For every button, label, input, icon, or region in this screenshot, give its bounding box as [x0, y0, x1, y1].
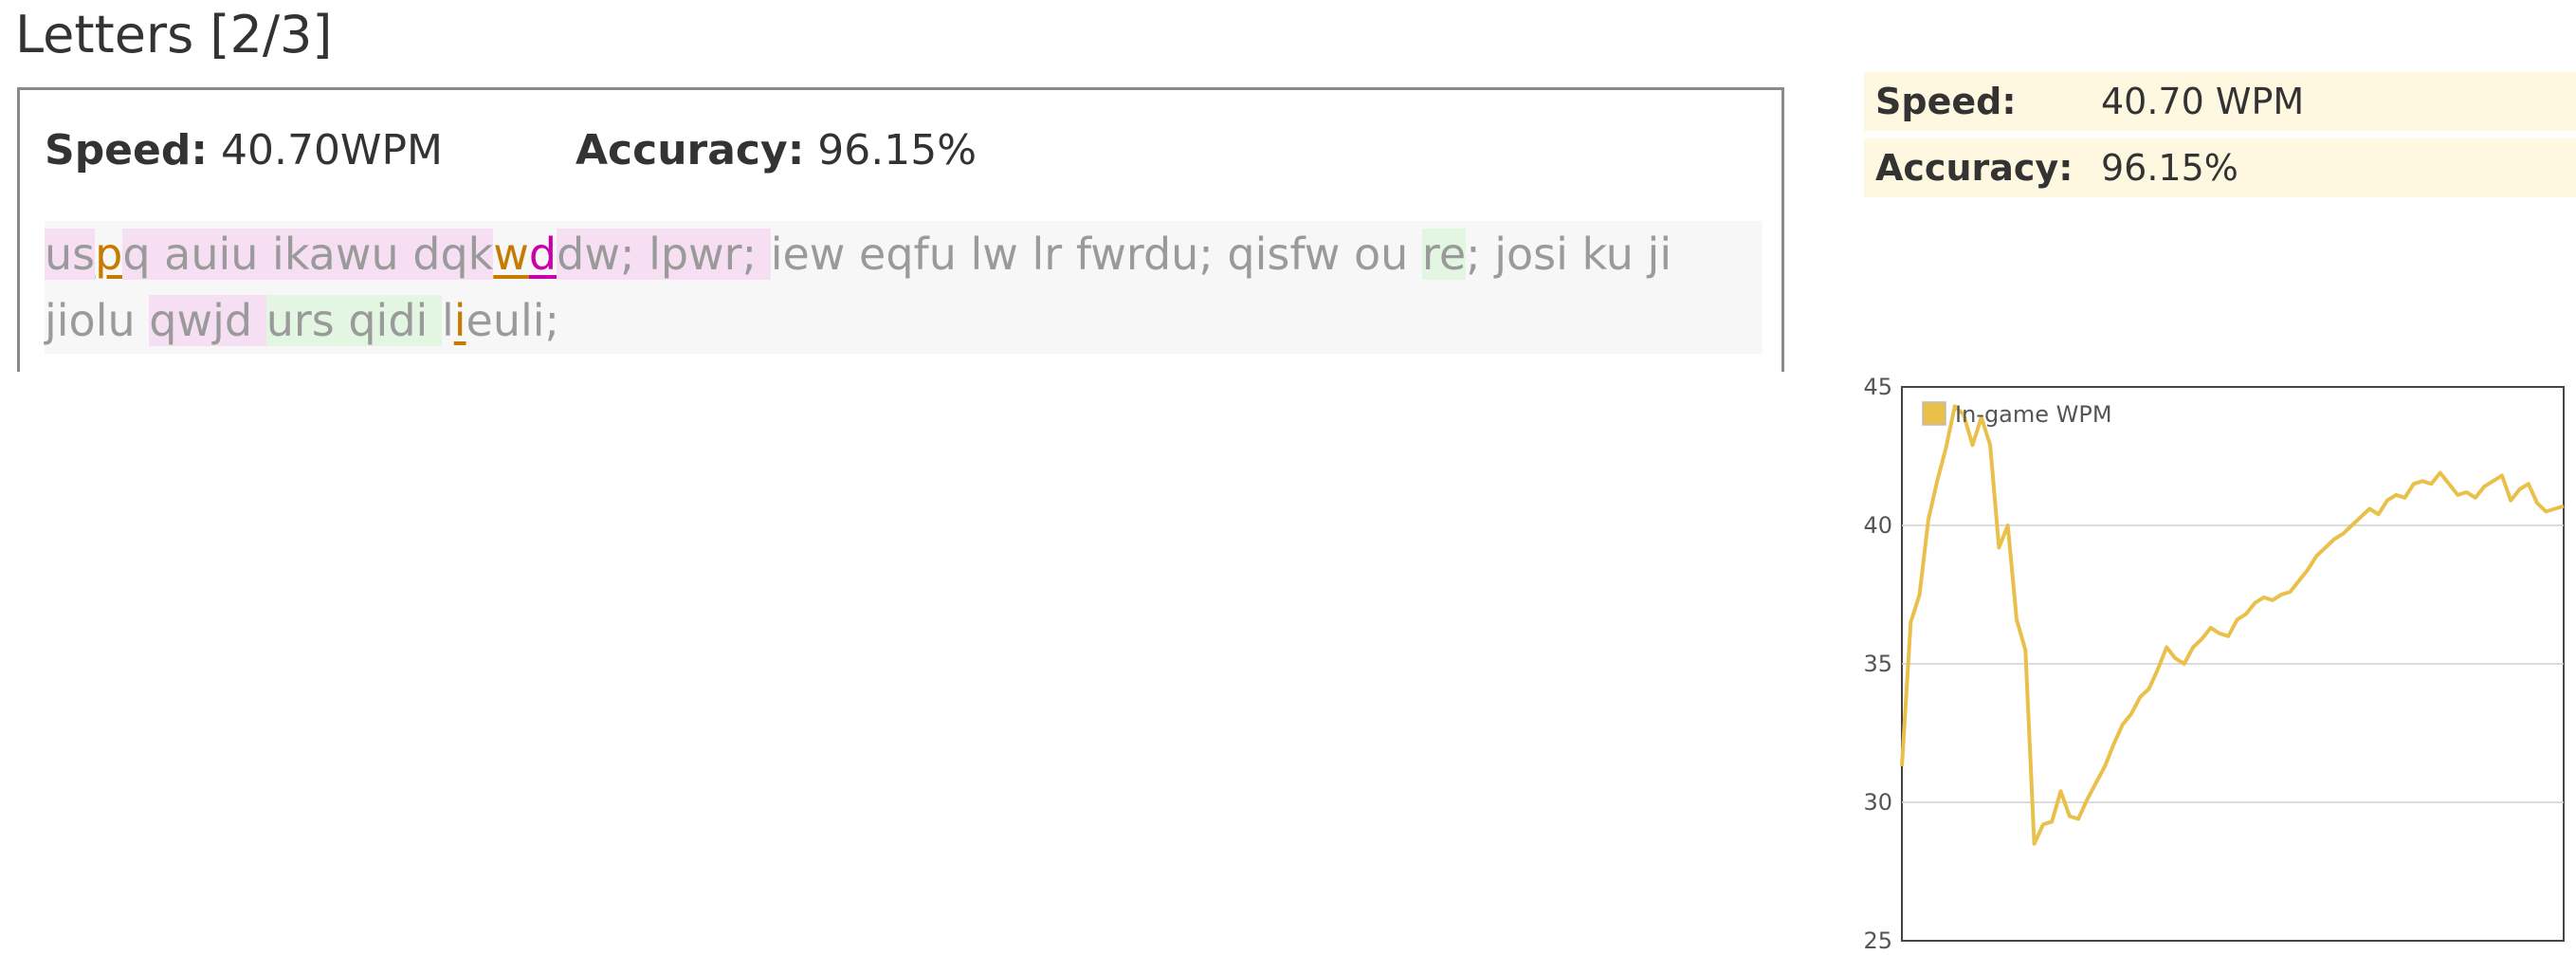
y-tick-label: 45	[1863, 376, 1892, 400]
text-segment: euli;	[466, 295, 560, 346]
summary-accuracy-row: Accuracy: 96.15%	[1864, 138, 2576, 197]
y-tick-label: 35	[1863, 651, 1892, 677]
summary-speed-label: Speed:	[1875, 81, 2017, 122]
typo-letter: i	[453, 295, 466, 346]
typed-text-area[interactable]: uspq auiu ikawu dqkwddw; lpwr; iew eqfu …	[45, 221, 1763, 354]
accuracy-stat: Accuracy: 96.15%	[575, 126, 977, 174]
speed-label: Speed:	[45, 126, 208, 174]
typing-panel: Speed: 40.70WPM Accuracy: 96.15% uspq au…	[17, 87, 1784, 372]
summary-speed-row: Speed: 40.70 WPM	[1864, 72, 2576, 131]
typo-letter: d	[528, 229, 557, 280]
text-segment: iew eqfu lw lr fwrdu; qisfw ou	[770, 229, 1422, 280]
legend-label: In-game WPM	[1955, 401, 2112, 428]
text-segment: l	[441, 295, 454, 346]
text-segment: qwjd	[149, 295, 266, 346]
y-tick-label: 25	[1863, 927, 1892, 954]
text-segment: us	[45, 229, 96, 280]
wpm-chart: 25 30 35 40 45 In-game WPM	[1863, 376, 2565, 954]
speed-stat: Speed: 40.70WPM	[45, 126, 443, 174]
live-stats: Speed: 40.70WPM Accuracy: 96.15%	[45, 126, 977, 174]
typo-letter: p	[95, 229, 123, 280]
legend-swatch	[1922, 401, 1946, 426]
text-segment: urs qidi	[265, 295, 442, 346]
speed-value: 40.70WPM	[220, 126, 443, 174]
results-summary: Speed: 40.70 WPM Accuracy: 96.15%	[1864, 72, 2576, 205]
accuracy-label: Accuracy:	[575, 126, 805, 174]
summary-accuracy-value: 96.15%	[2101, 147, 2238, 189]
summary-accuracy-label: Accuracy:	[1875, 147, 2074, 189]
y-tick-label: 40	[1863, 512, 1892, 539]
text-segment: dw; lpwr;	[557, 229, 771, 280]
typo-letter: w	[493, 229, 529, 280]
text-segment: re	[1421, 229, 1467, 280]
summary-speed-value: 40.70 WPM	[2101, 81, 2305, 122]
y-tick-label: 30	[1863, 789, 1892, 816]
lesson-title: Letters [2/3]	[15, 5, 333, 64]
accuracy-value: 96.15%	[817, 126, 977, 174]
text-segment: q auiu ikawu dqk	[122, 229, 494, 280]
